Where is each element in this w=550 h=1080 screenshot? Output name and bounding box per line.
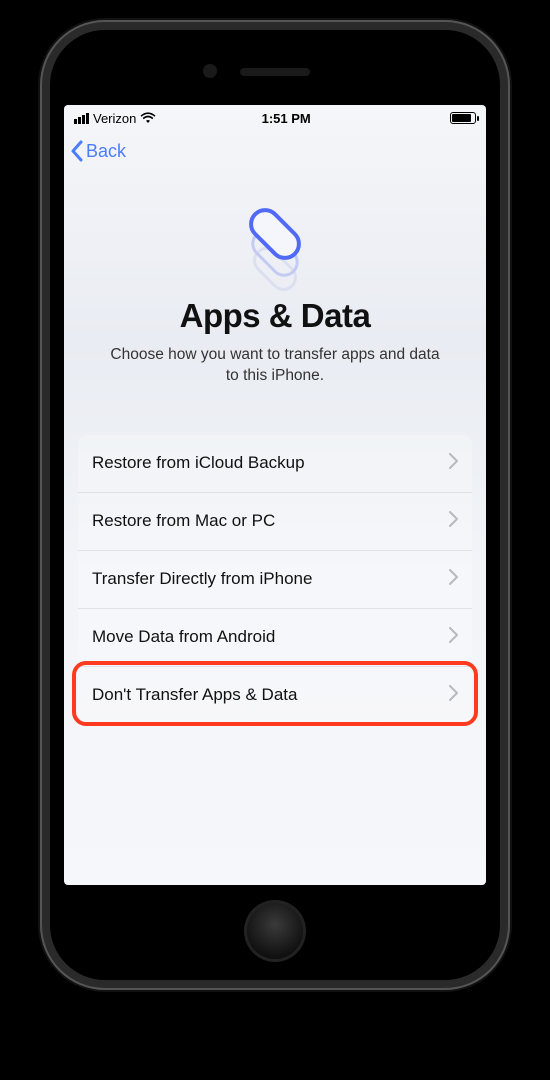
chevron-right-icon: [449, 685, 458, 706]
back-button[interactable]: Back: [70, 140, 126, 162]
page-subtitle: Choose how you want to transfer apps and…: [84, 335, 466, 387]
nav-bar: Back: [64, 131, 486, 171]
option-label: Restore from iCloud Backup: [92, 453, 305, 473]
carrier-label: Verizon: [93, 111, 136, 126]
chevron-right-icon: [449, 569, 458, 590]
phone-bezel: Verizon 1:51 PM: [50, 30, 500, 980]
option-move-android[interactable]: Move Data from Android: [78, 609, 472, 667]
chevron-left-icon: [70, 140, 84, 162]
option-dont-transfer[interactable]: Don't Transfer Apps & Data: [78, 667, 472, 724]
chevron-right-icon: [449, 511, 458, 532]
option-label: Transfer Directly from iPhone: [92, 569, 312, 589]
back-label: Back: [86, 141, 126, 162]
phone-frame: Verizon 1:51 PM: [40, 20, 510, 990]
wifi-icon: [140, 112, 156, 124]
chevron-right-icon: [449, 453, 458, 474]
options-list: Restore from iCloud Backup Restore from …: [78, 435, 472, 724]
option-restore-mac-pc[interactable]: Restore from Mac or PC: [78, 493, 472, 551]
chevron-right-icon: [449, 627, 458, 648]
cell-signal-icon: [74, 113, 89, 124]
option-transfer-iphone[interactable]: Transfer Directly from iPhone: [78, 551, 472, 609]
screen: Verizon 1:51 PM: [64, 105, 486, 885]
battery-icon: [450, 112, 476, 124]
page-title: Apps & Data: [180, 297, 371, 335]
apps-data-icon: [230, 201, 320, 291]
option-label: Don't Transfer Apps & Data: [92, 685, 297, 705]
option-label: Move Data from Android: [92, 627, 275, 647]
status-time: 1:51 PM: [156, 111, 416, 126]
option-label: Restore from Mac or PC: [92, 511, 275, 531]
hero: Apps & Data Choose how you want to trans…: [64, 171, 486, 397]
home-button[interactable]: [244, 900, 306, 962]
status-bar: Verizon 1:51 PM: [64, 105, 486, 131]
phone-speaker: [240, 68, 310, 76]
phone-camera: [203, 64, 217, 78]
option-restore-icloud[interactable]: Restore from iCloud Backup: [78, 435, 472, 493]
